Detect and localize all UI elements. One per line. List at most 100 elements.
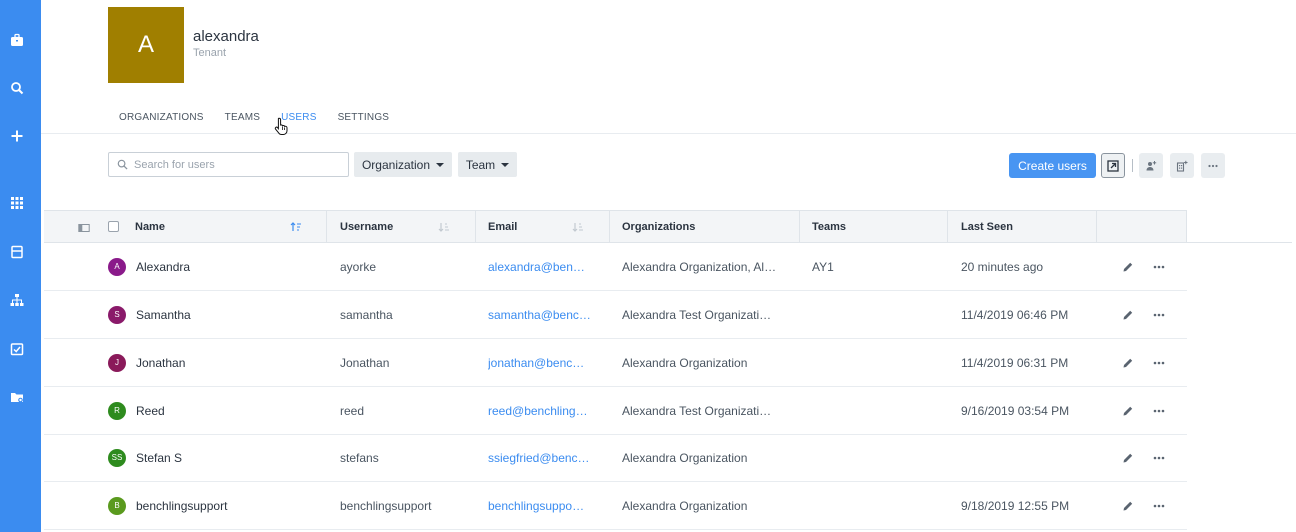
organization-filter-button[interactable]: Organization (354, 152, 452, 177)
user-name[interactable]: benchlingsupport (136, 499, 227, 513)
row-more-button[interactable] (1152, 308, 1166, 322)
pencil-icon (1123, 453, 1133, 463)
organizations-cell: Alexandra Organization, Al… (622, 259, 777, 274)
email-link[interactable]: jonathan@benc… (488, 339, 604, 386)
table-row[interactable]: S Samantha samantha samantha@benc… Alexa… (44, 291, 1187, 339)
select-all-checkbox[interactable] (108, 221, 119, 232)
last-seen-cell: 9/16/2019 03:54 PM (961, 403, 1070, 418)
users-table-header: Name Username Email Organizations Teams … (44, 210, 1187, 243)
plus-icon[interactable] (9, 128, 25, 144)
apps-grid-icon[interactable] (9, 195, 25, 211)
more-icon (1153, 361, 1165, 365)
column-divider (326, 211, 327, 242)
row-more-button[interactable] (1152, 451, 1166, 465)
table-row[interactable]: B benchlingsupport benchlingsupport benc… (44, 482, 1187, 530)
column-settings-icon[interactable] (78, 221, 90, 233)
table-row[interactable]: SS Stefan S stefans ssiegfried@benc… Ale… (44, 434, 1187, 482)
column-header-last-seen[interactable]: Last Seen (961, 211, 1013, 242)
export-button[interactable] (1101, 153, 1125, 178)
edit-button[interactable] (1121, 308, 1135, 322)
search-input[interactable] (134, 158, 334, 171)
user-name[interactable]: Stefan S (136, 451, 182, 465)
email-link[interactable]: benchlingsuppo… (488, 482, 604, 529)
edit-button[interactable] (1121, 260, 1135, 274)
edit-button[interactable] (1121, 451, 1135, 465)
user-avatar: SS (108, 448, 126, 467)
folder-icon[interactable] (9, 389, 25, 405)
user-name[interactable]: Jonathan (136, 356, 185, 370)
name-cell: A Alexandra (108, 243, 318, 290)
pencil-icon (1123, 310, 1133, 320)
add-org-button[interactable] (1170, 153, 1194, 178)
tenant-avatar-initial: A (137, 31, 154, 58)
username-cell: samantha (340, 307, 393, 322)
team-filter-button[interactable]: Team (458, 152, 517, 177)
toolbar-more-button[interactable] (1201, 153, 1225, 178)
create-users-button[interactable]: Create users (1009, 153, 1096, 178)
inbox-icon[interactable] (9, 244, 25, 260)
edit-button[interactable] (1121, 499, 1135, 513)
last-seen-cell: 11/4/2019 06:46 PM (961, 307, 1069, 322)
username-cell: reed (340, 403, 365, 418)
email-link[interactable]: samantha@benc… (488, 291, 604, 338)
name-cell: R Reed (108, 387, 318, 434)
column-header-email[interactable]: Email (488, 211, 517, 242)
add-org-icon (1176, 160, 1188, 172)
sort-icon[interactable] (438, 221, 450, 233)
row-more-button[interactable] (1152, 404, 1166, 418)
column-divider (1186, 211, 1187, 242)
sort-icon[interactable] (572, 221, 584, 233)
teams-cell (812, 291, 942, 338)
add-team-button[interactable] (1139, 153, 1163, 178)
tab-organizations[interactable]: ORGANIZATIONS (119, 112, 204, 126)
search-icon[interactable] (9, 80, 25, 96)
team-filter-label: Team (465, 157, 496, 172)
column-divider (799, 211, 800, 242)
user-avatar: A (108, 257, 126, 276)
tenant-name: alexandra (193, 28, 259, 45)
email-link[interactable]: reed@benchling… (488, 387, 604, 434)
row-more-button[interactable] (1152, 356, 1166, 370)
more-icon (1153, 313, 1165, 317)
tab-teams[interactable]: TEAMS (225, 112, 260, 126)
checklist-icon[interactable] (9, 341, 25, 357)
header-underline (1187, 242, 1292, 243)
sort-ascending-icon[interactable] (290, 221, 302, 233)
tenant-avatar: A (108, 7, 184, 83)
user-avatar: B (108, 496, 126, 515)
edit-button[interactable] (1121, 404, 1135, 418)
row-more-button[interactable] (1152, 260, 1166, 274)
more-icon (1153, 265, 1165, 269)
briefcase-icon[interactable] (9, 32, 25, 48)
user-name[interactable]: Alexandra (136, 260, 190, 274)
toolbar-separator (1132, 159, 1133, 172)
column-header-name[interactable]: Name (135, 211, 165, 242)
hand-cursor-icon (274, 117, 290, 135)
user-name[interactable]: Reed (136, 404, 165, 418)
last-seen-cell: 9/18/2019 12:55 PM (961, 498, 1070, 513)
row-more-button[interactable] (1152, 499, 1166, 513)
user-search[interactable] (108, 152, 349, 177)
user-name[interactable]: Samantha (136, 308, 191, 322)
edit-button[interactable] (1121, 356, 1135, 370)
table-row[interactable]: J Jonathan Jonathan jonathan@benc… Alexa… (44, 339, 1187, 387)
column-header-username[interactable]: Username (340, 211, 393, 242)
column-header-organizations[interactable]: Organizations (622, 211, 695, 242)
column-header-teams[interactable]: Teams (812, 211, 846, 242)
organizations-cell: Alexandra Organization (622, 450, 748, 465)
hierarchy-icon[interactable] (9, 292, 25, 308)
more-icon (1153, 456, 1165, 460)
email-link[interactable]: ssiegfried@benc… (488, 434, 604, 481)
left-nav-rail (0, 0, 41, 532)
user-avatar: S (108, 305, 126, 324)
username-cell: Jonathan (340, 355, 390, 370)
tab-settings[interactable]: SETTINGS (338, 112, 390, 126)
table-row[interactable]: R Reed reed reed@benchling… Alexandra Te… (44, 387, 1187, 435)
more-icon (1153, 504, 1165, 508)
more-icon (1153, 409, 1165, 413)
username-cell: stefans (340, 450, 379, 465)
email-link[interactable]: alexandra@ben… (488, 243, 604, 290)
table-row[interactable]: A Alexandra ayorke alexandra@ben… Alexan… (44, 243, 1187, 291)
teams-cell: AY1 (812, 259, 834, 274)
username-cell: benchlingsupport (340, 498, 432, 513)
